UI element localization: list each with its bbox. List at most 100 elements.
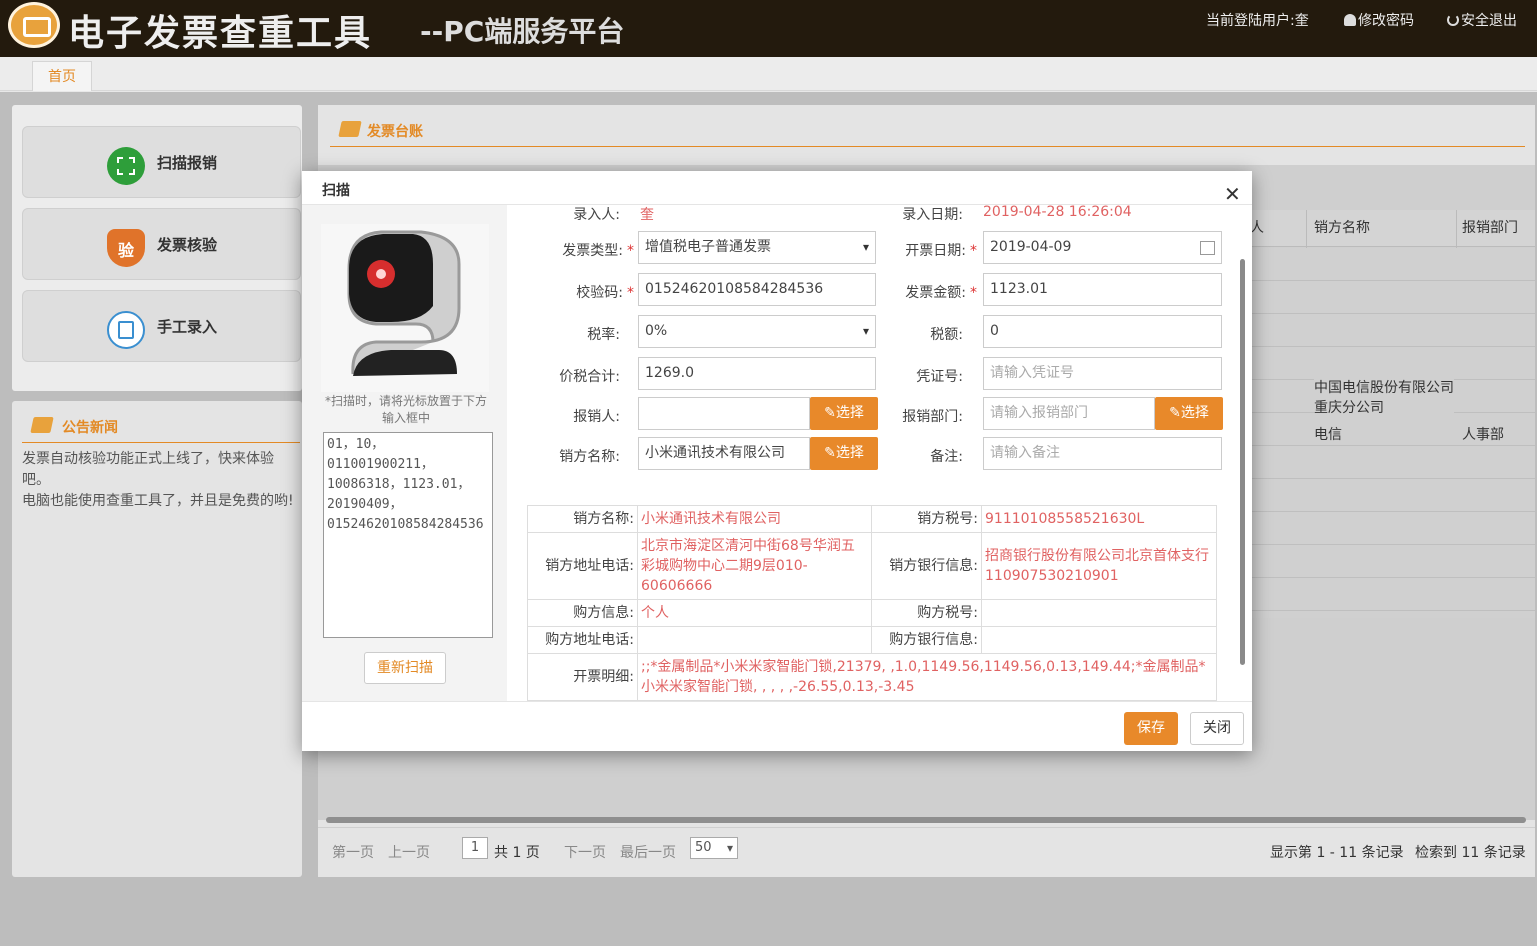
news-title-bar: 公告新闻 bbox=[22, 413, 300, 443]
invoice-detail-key: 开票明细: bbox=[527, 653, 638, 701]
dept-label: 报销部门: bbox=[902, 409, 963, 425]
buyer-info-value: 个人 bbox=[637, 599, 872, 627]
edit-icon: ✎ bbox=[824, 445, 836, 461]
dept-select-button[interactable]: ✎选择 bbox=[1155, 397, 1223, 430]
tax-rate-select[interactable]: 0% ▾ bbox=[638, 315, 876, 348]
close-icon[interactable]: ✕ bbox=[1224, 181, 1241, 207]
entry-date-value: 2019-04-28 16:26:04 bbox=[983, 205, 1132, 220]
buyer-info-key: 购方信息: bbox=[527, 599, 638, 627]
total-label: 价税合计: bbox=[559, 369, 620, 385]
check-code-label: 校验码: * bbox=[576, 285, 634, 301]
issue-date-label: 开票日期: * bbox=[905, 243, 977, 259]
entered-by-label: 录入人: bbox=[573, 207, 620, 223]
barcode-scanner-image bbox=[321, 224, 489, 392]
logout-link[interactable]: 安全退出 bbox=[1447, 10, 1517, 30]
document-edit-icon bbox=[107, 311, 145, 349]
column-header: 人 bbox=[1250, 220, 1264, 236]
seller-name-value: 小米通讯技术有限公司 bbox=[637, 505, 872, 533]
ticket-icon bbox=[338, 121, 362, 137]
scan-input-panel: *扫描时，请将光标放置于下方输入框中 01，10， 011001900211， … bbox=[302, 205, 507, 701]
dialog-header: 扫描 ✕ bbox=[302, 171, 1252, 207]
tab-home[interactable]: 首页 bbox=[32, 61, 92, 91]
seller-label: 销方名称: bbox=[559, 449, 620, 465]
ticket-icon bbox=[30, 417, 54, 433]
table-cell-dept: 人事部 bbox=[1462, 427, 1504, 443]
tax-amount-input[interactable]: 0 bbox=[983, 315, 1222, 348]
close-button[interactable]: 关闭 bbox=[1190, 712, 1244, 745]
check-code-input[interactable]: 01524620108584284536 bbox=[638, 273, 876, 306]
change-password-link[interactable]: 修改密码 bbox=[1344, 10, 1414, 30]
scan-icon bbox=[107, 147, 145, 185]
seller-bank-key: 销方银行信息: bbox=[871, 532, 982, 600]
invoice-amount-input[interactable]: 1123.01 bbox=[983, 273, 1222, 306]
seller-address-key: 销方地址电话: bbox=[527, 532, 638, 600]
left-menu-panel: 扫描报销 验 发票核验 手工录入 bbox=[12, 105, 302, 391]
voucher-input[interactable]: 请输入凭证号 bbox=[983, 357, 1222, 390]
next-page-link[interactable]: 下一页 bbox=[564, 842, 606, 862]
total-input[interactable]: 1269.0 bbox=[638, 357, 876, 390]
seller-tax-value: 91110108558521630L bbox=[981, 505, 1217, 533]
scan-dialog: 扫描 ✕ *扫描时，请将光标放置于下方输入框中 01，10， 011001900… bbox=[302, 171, 1252, 751]
menu-scan-reimburse[interactable]: 扫描报销 bbox=[22, 126, 301, 198]
news-item: 电脑也能使用查重工具了，并且是免费的哟! bbox=[22, 493, 294, 509]
claimant-input[interactable] bbox=[638, 397, 810, 430]
buyer-bank-key: 购方银行信息: bbox=[871, 626, 982, 654]
remark-input[interactable]: 请输入备注 bbox=[983, 437, 1222, 470]
app-title: 电子发票查重工具 bbox=[68, 13, 373, 54]
edit-icon: ✎ bbox=[824, 405, 836, 421]
page-size-select[interactable]: 50 bbox=[690, 837, 738, 859]
issue-date-input[interactable]: 2019-04-09 bbox=[983, 231, 1222, 264]
seller-address-value: 北京市海淀区清河中街68号华润五彩城购物中心二期9层010-60606666 bbox=[637, 532, 872, 600]
found-records-label: 检索到 11 条记录 bbox=[1415, 845, 1526, 861]
vertical-scrollbar[interactable] bbox=[1240, 259, 1245, 665]
news-item: 发票自动核验功能正式上线了，快来体验吧。 bbox=[22, 451, 274, 488]
scan-hint-text: *扫描时，请将光标放置于下方输入框中 bbox=[324, 394, 487, 425]
power-icon bbox=[1447, 14, 1459, 26]
last-page-link[interactable]: 最后一页 bbox=[620, 842, 676, 862]
table-cell-seller: 中国电信股份有限公司重庆分公司 bbox=[1314, 378, 1454, 418]
save-button[interactable]: 保存 bbox=[1124, 712, 1178, 745]
scan-code-textarea[interactable]: 01，10， 011001900211， 10086318，1123.01， 2… bbox=[323, 432, 493, 638]
buyer-tax-key: 购方税号: bbox=[871, 599, 982, 627]
showing-records-label: 显示第 1 - 11 条记录 bbox=[1270, 845, 1404, 861]
edit-icon: ✎ bbox=[1169, 405, 1181, 421]
dialog-title: 扫描 bbox=[322, 183, 350, 199]
invoice-form: 录入人: 奎 录入日期: 2019-04-28 16:26:04 发票类型: * … bbox=[507, 205, 1244, 701]
horizontal-scrollbar[interactable] bbox=[326, 817, 1526, 823]
column-header: 销方名称 bbox=[1314, 220, 1370, 236]
prev-page-link[interactable]: 上一页 bbox=[388, 842, 430, 862]
column-header: 报销部门 bbox=[1462, 220, 1518, 236]
seller-bank-value: 招商银行股份有限公司北京首体支行110907530210901 bbox=[981, 532, 1217, 600]
invoice-detail-value: ;;*金属制品*小米米家智能门锁,21379, ,1.0,1149.56,114… bbox=[637, 653, 1217, 701]
entered-by-value: 奎 bbox=[640, 207, 654, 223]
table-row: 销方地址电话: 北京市海淀区清河中街68号华润五彩城购物中心二期9层010-60… bbox=[527, 532, 1217, 600]
buyer-tax-value bbox=[981, 599, 1217, 627]
voucher-label: 凭证号: bbox=[916, 369, 963, 385]
calendar-icon bbox=[1200, 241, 1215, 255]
invoice-type-select[interactable]: 增值税电子普通发票 ▾ bbox=[638, 231, 876, 264]
seller-tax-key: 销方税号: bbox=[871, 505, 982, 533]
tab-bar: 首页 bbox=[0, 57, 1537, 91]
page-number-input[interactable]: 1 bbox=[462, 837, 488, 859]
app-header: 电子发票查重工具 --PC端服务平台 当前登陆用户:奎 修改密码 安全退出 bbox=[0, 0, 1537, 57]
tax-amount-label: 税额: bbox=[930, 327, 963, 343]
table-row: 购方地址电话: 购方银行信息: bbox=[527, 626, 1217, 654]
first-page-link[interactable]: 第一页 bbox=[332, 842, 374, 862]
buyer-bank-value bbox=[981, 626, 1217, 654]
table-row: 购方信息: 个人 购方税号: bbox=[527, 599, 1217, 627]
menu-invoice-verify[interactable]: 验 发票核验 bbox=[22, 208, 301, 280]
entry-date-label: 录入日期: bbox=[902, 207, 963, 223]
seller-input[interactable]: 小米通讯技术有限公司 bbox=[638, 437, 810, 470]
buyer-address-value bbox=[637, 626, 872, 654]
pagination-bar: 第一页 上一页 1 共 1 页 下一页 最后一页 50 显示第 1 - 11 条… bbox=[318, 827, 1535, 871]
shield-verify-icon: 验 bbox=[107, 229, 145, 267]
menu-manual-entry[interactable]: 手工录入 bbox=[22, 290, 301, 362]
table-cell-seller: 电信 bbox=[1314, 427, 1342, 443]
app-logo-icon bbox=[8, 2, 60, 48]
buyer-address-key: 购方地址电话: bbox=[527, 626, 638, 654]
tax-rate-label: 税率: bbox=[587, 327, 620, 343]
dept-input[interactable]: 请输入报销部门 bbox=[983, 397, 1155, 430]
rescan-button[interactable]: 重新扫描 bbox=[364, 652, 446, 684]
user-icon bbox=[1344, 14, 1356, 26]
invoice-info-table: 销方名称: 小米通讯技术有限公司 销方税号: 91110108558521630… bbox=[527, 505, 1217, 701]
